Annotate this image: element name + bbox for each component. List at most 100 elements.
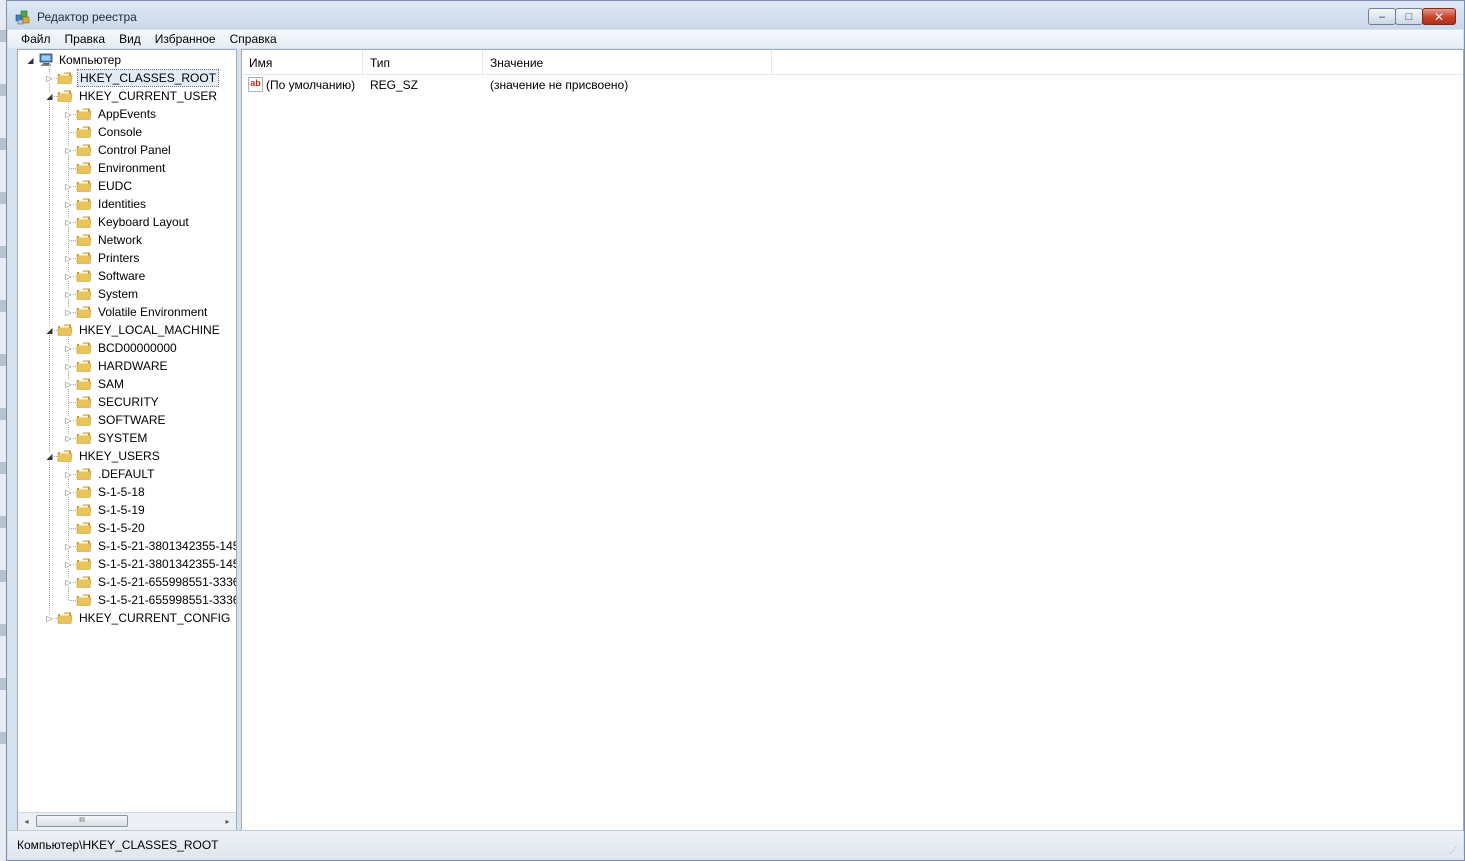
tree-key-node[interactable]: ▷ S-1-5-21-655998551-3336 (18, 573, 236, 591)
tree-key-node[interactable]: SECURITY (18, 393, 236, 411)
tree-key-node[interactable]: Environment (18, 159, 236, 177)
tree-hive-node[interactable]: ▷ HKEY_CURRENT_CONFIG (18, 609, 236, 627)
expand-icon[interactable]: ▷ (64, 560, 73, 569)
minimize-button[interactable]: – (1368, 8, 1396, 25)
expand-icon[interactable]: ▷ (64, 272, 73, 281)
expand-icon[interactable]: ▷ (64, 416, 73, 425)
expand-icon[interactable]: ▷ (64, 362, 73, 371)
folder-icon (76, 486, 92, 498)
tree-key-node[interactable]: ▷ Control Panel (18, 141, 236, 159)
tree-node-label: SECURITY (98, 395, 159, 409)
expand-icon[interactable]: ▷ (64, 434, 73, 443)
menu-edit[interactable]: Правка (58, 30, 113, 48)
expand-icon[interactable]: ▷ (64, 110, 73, 119)
minimize-icon: – (1378, 10, 1386, 23)
tree-key-node[interactable]: ▷ SOFTWARE (18, 411, 236, 429)
column-header: Имя Тип Значение (242, 50, 1463, 75)
tree-node-label: HKEY_CURRENT_CONFIG (79, 611, 231, 625)
tree-key-node[interactable]: ▷ BCD00000000 (18, 339, 236, 357)
tree-node-label: HKEY_LOCAL_MACHINE (79, 323, 220, 337)
tree-key-node[interactable]: ▷ .DEFAULT (18, 465, 236, 483)
tree-key-node[interactable]: ▷ S-1-5-21-3801342355-145 (18, 555, 236, 573)
tree-node-label: BCD00000000 (98, 341, 177, 355)
tree-key-node[interactable]: ▷ AppEvents (18, 105, 236, 123)
folder-icon (76, 432, 92, 444)
folder-icon (76, 378, 92, 390)
folder-icon (76, 234, 92, 246)
column-name[interactable]: Имя (242, 50, 363, 74)
expand-icon[interactable]: ▷ (45, 614, 54, 623)
tree-key-node[interactable]: ▷ S-1-5-18 (18, 483, 236, 501)
expand-icon[interactable]: ▷ (64, 200, 73, 209)
expand-icon[interactable]: ▷ (64, 146, 73, 155)
scroll-thumb[interactable]: III (36, 815, 128, 827)
value-row[interactable]: ab (По умолчанию) REG_SZ (значение не пр… (242, 76, 942, 94)
folder-icon (76, 198, 92, 210)
scroll-left-icon[interactable]: ◂ (18, 813, 35, 830)
menu-favorites[interactable]: Избранное (148, 30, 223, 48)
expand-icon[interactable]: ▷ (64, 578, 73, 587)
menu-help[interactable]: Справка (223, 30, 284, 48)
tree-key-node[interactable]: ▷ Identities (18, 195, 236, 213)
maximize-button[interactable]: □ (1395, 8, 1423, 25)
expand-icon[interactable]: ▷ (64, 254, 73, 263)
expand-icon[interactable]: ▷ (64, 290, 73, 299)
tree-key-node[interactable]: ▷ Volatile Environment (18, 303, 236, 321)
tree-node-label: Printers (98, 251, 140, 265)
tree-key-node[interactable]: Console (18, 123, 236, 141)
tree-key-node[interactable]: ▷ Software (18, 267, 236, 285)
menu-file[interactable]: Файл (8, 30, 58, 48)
expand-icon[interactable]: ▷ (64, 182, 73, 191)
tree-key-node[interactable]: S-1-5-21-655998551-3336 (18, 591, 236, 609)
tree-key-node[interactable]: S-1-5-19 (18, 501, 236, 519)
registry-editor-icon (15, 10, 30, 25)
tree-key-node[interactable]: ▷ SYSTEM (18, 429, 236, 447)
status-bar: Компьютер\HKEY_CLASSES_ROOT ⋰ (8, 830, 1463, 859)
tree-key-node[interactable]: ▷ S-1-5-21-3801342355-145 (18, 537, 236, 555)
close-button[interactable]: ✕ (1422, 8, 1456, 25)
collapse-icon[interactable]: ◢ (45, 452, 54, 461)
folder-icon (76, 270, 92, 282)
expand-icon[interactable]: ▷ (64, 344, 73, 353)
tree-hive-node[interactable]: ◢ HKEY_CURRENT_USER (18, 87, 236, 105)
column-value[interactable]: Значение (483, 50, 772, 74)
folder-icon (76, 108, 92, 120)
expand-icon[interactable]: ▷ (64, 308, 73, 317)
key-tree-pane[interactable]: ◢ Компьютер ◂ III ▸ ▷ HKEY_CLASSES_ROOT ◢ H… (17, 49, 237, 831)
tree-key-node[interactable]: S-1-5-20 (18, 519, 236, 537)
value-data: (значение не присвоено) (490, 78, 629, 92)
expand-icon[interactable]: ▷ (64, 488, 73, 497)
expand-icon[interactable]: ▷ (64, 380, 73, 389)
values-list-pane[interactable]: Имя Тип Значение ab (По умолчанию) REG_S… (241, 49, 1464, 831)
tree-node-label: AppEvents (98, 107, 157, 121)
tree-key-node[interactable]: ▷ Printers (18, 249, 236, 267)
tree-key-node[interactable]: ▷ EUDC (18, 177, 236, 195)
tree-node-label: HKEY_CLASSES_ROOT (77, 69, 220, 87)
tree-key-node[interactable]: ▷ HARDWARE (18, 357, 236, 375)
collapse-icon[interactable]: ◢ (45, 326, 54, 335)
tree-key-node[interactable]: ▷ System (18, 285, 236, 303)
tree-key-node[interactable]: Network (18, 231, 236, 249)
menu-view[interactable]: Вид (112, 30, 148, 48)
title-bar[interactable]: Редактор реестра – □ ✕ (7, 1, 1464, 31)
folder-icon (76, 288, 92, 300)
collapse-icon[interactable]: ◢ (45, 92, 54, 101)
tree-hive-node[interactable]: ◢ HKEY_USERS (18, 447, 236, 465)
folder-icon (57, 90, 73, 102)
tree-key-node[interactable]: ▷ Keyboard Layout (18, 213, 236, 231)
expand-icon[interactable]: ▷ (45, 74, 54, 83)
tree-hive-node[interactable]: ▷ HKEY_CLASSES_ROOT (18, 69, 236, 87)
string-value-icon: ab (248, 77, 263, 92)
collapse-icon[interactable]: ◢ (26, 56, 35, 65)
expand-icon[interactable]: ▷ (64, 470, 73, 479)
tree-horizontal-scrollbar[interactable]: ◂ III ▸ (18, 812, 236, 830)
expand-icon[interactable]: ▷ (64, 542, 73, 551)
tree-node-label: S-1-5-21-3801342355-145 (98, 557, 237, 571)
column-type[interactable]: Тип (363, 50, 483, 74)
tree-hive-node[interactable]: ◢ HKEY_LOCAL_MACHINE (18, 321, 236, 339)
menu-bar: Файл Правка Вид Избранное Справка (8, 30, 1463, 48)
tree-key-node[interactable]: ▷ SAM (18, 375, 236, 393)
expand-icon[interactable]: ▷ (64, 218, 73, 227)
scroll-right-icon[interactable]: ▸ (219, 813, 236, 830)
resize-grip-icon[interactable]: ⋰ (1449, 846, 1459, 856)
